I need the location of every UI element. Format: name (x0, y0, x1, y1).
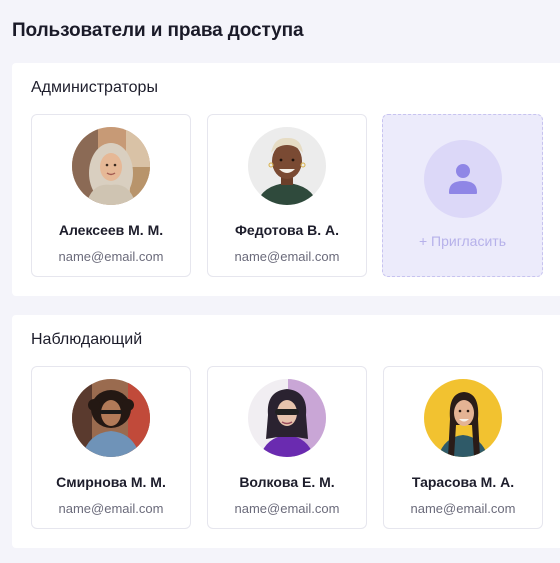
avatar (248, 379, 326, 457)
admins-section-title: Администраторы (31, 79, 158, 96)
user-name: Федотова В. А. (234, 222, 340, 238)
user-card[interactable]: Алексеев М. М. name@email.com (31, 114, 191, 277)
user-email: name@email.com (234, 249, 340, 264)
user-email: name@email.com (234, 501, 340, 516)
user-name: Смирнова М. М. (56, 474, 166, 490)
invite-avatar-placeholder (424, 140, 502, 218)
viewers-section-title: Наблюдающий (31, 331, 143, 348)
user-card[interactable]: Тарасова М. А. name@email.com (383, 366, 543, 529)
user-icon (449, 164, 477, 194)
invite-button[interactable]: + Пригласить (382, 114, 543, 277)
avatar (72, 379, 150, 457)
avatar (424, 379, 502, 457)
user-card[interactable]: Федотова В. А. name@email.com (207, 114, 367, 277)
avatar (72, 127, 150, 205)
user-card[interactable]: Смирнова М. М. name@email.com (31, 366, 191, 529)
user-name: Тарасова М. А. (411, 474, 515, 490)
avatar (248, 127, 326, 205)
user-email: name@email.com (58, 249, 164, 264)
user-name: Волкова Е. М. (239, 474, 335, 490)
user-card[interactable]: Волкова Е. М. name@email.com (207, 366, 367, 529)
invite-label: + Пригласить (418, 233, 506, 249)
page-title: Пользователи и права доступа (12, 20, 304, 41)
user-email: name@email.com (58, 501, 164, 516)
user-name: Алексеев М. М. (58, 222, 164, 238)
user-email: name@email.com (410, 501, 516, 516)
admins-section: Администраторы Алексеев М. М. name@email… (12, 63, 560, 296)
viewers-section: Наблюдающий Смирнова М. М. name@email.co… (12, 315, 560, 548)
